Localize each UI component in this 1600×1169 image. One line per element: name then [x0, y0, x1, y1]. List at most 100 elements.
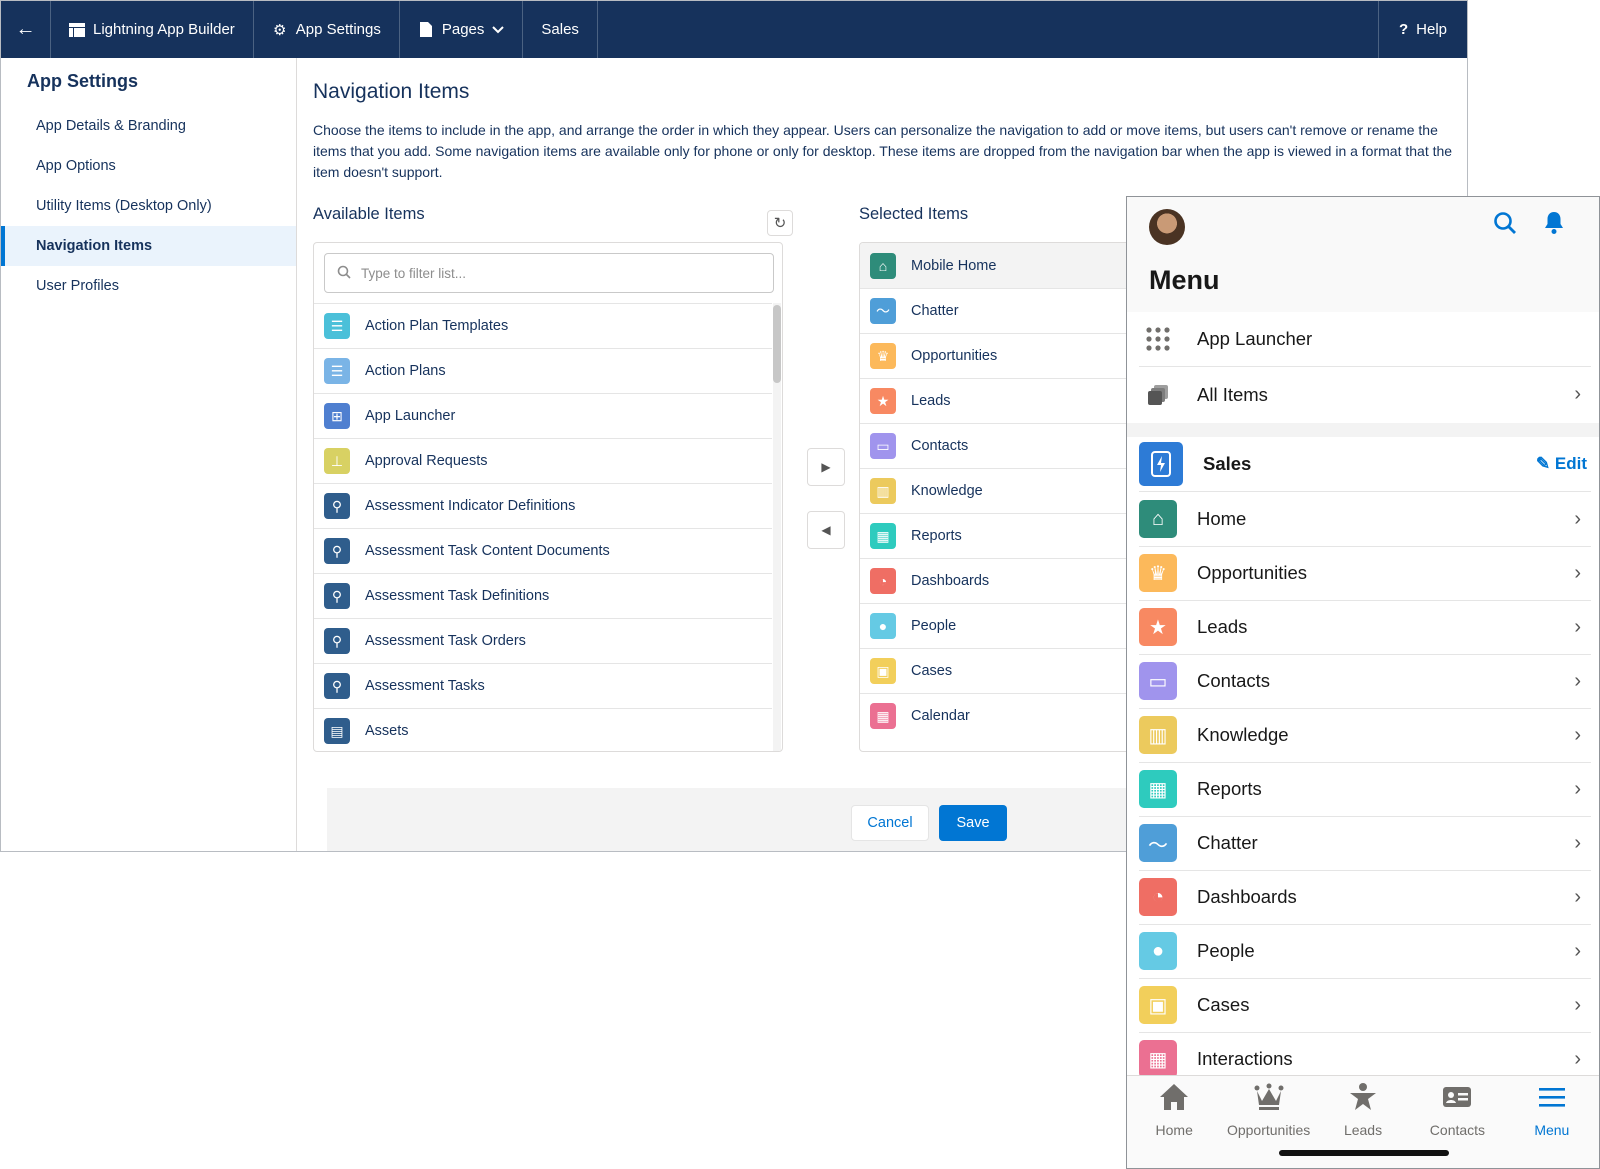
mobile-nav-item-label: Contacts — [1197, 670, 1271, 691]
mobile-nav-item[interactable]: ⌂ Home › — [1139, 492, 1591, 547]
mobile-nav-item[interactable]: ▣ Cases › — [1139, 978, 1591, 1033]
chatter-icon: 〜 — [1139, 824, 1177, 862]
list-item-label: Cases — [911, 663, 953, 679]
triangle-right-icon: ▶ — [821, 460, 831, 474]
move-to-selected-button[interactable]: ▶ — [807, 448, 845, 486]
chevron-right-icon: › — [1574, 723, 1581, 746]
refresh-icon: ↻ — [773, 215, 787, 232]
pages-dropdown[interactable]: Pages — [400, 1, 524, 58]
tab-contacts-label: Contacts — [1429, 1122, 1486, 1138]
settings-sidebar: App Settings App Details & Branding App … — [1, 58, 297, 851]
sidebar-item-navigation-items[interactable]: Navigation Items — [1, 226, 296, 266]
mobile-nav-item-label: Dashboards — [1197, 886, 1297, 907]
cancel-button[interactable]: Cancel — [851, 805, 929, 841]
home-indicator — [1279, 1150, 1449, 1156]
list-item-label: Assets — [365, 723, 409, 739]
available-list-scrollbar[interactable] — [773, 303, 781, 751]
mobile-nav-item[interactable]: 〜 Chatter › — [1139, 816, 1591, 871]
tab-home[interactable]: Home — [1127, 1076, 1221, 1168]
report-icon: ▦ — [870, 523, 896, 549]
list-item[interactable]: ⊥ Approval Requests — [314, 438, 772, 483]
mobile-nav-item[interactable]: ▥ Knowledge › — [1139, 708, 1591, 763]
filter-input[interactable]: Type to filter list... — [324, 253, 774, 293]
filter-placeholder: Type to filter list... — [361, 265, 467, 281]
mobile-nav-item[interactable]: ★ Leads › — [1139, 600, 1591, 655]
lead-icon: ★ — [1139, 608, 1177, 646]
help-label: Help — [1416, 21, 1447, 38]
list-item[interactable]: ⚲ Assessment Task Content Documents — [314, 528, 772, 573]
list-item[interactable]: ⚲ Assessment Indicator Definitions — [314, 483, 772, 528]
sidebar-item-app-details[interactable]: App Details & Branding — [1, 106, 296, 146]
contact-card-icon — [1442, 1082, 1472, 1116]
mobile-nav-item[interactable]: ● People › — [1139, 924, 1591, 979]
person-icon: ● — [870, 613, 896, 639]
crown-icon: ♛ — [1139, 554, 1177, 592]
triangle-left-icon: ◀ — [821, 523, 831, 537]
lightning-app-builder-link[interactable]: Lightning App Builder — [51, 1, 254, 58]
list-item[interactable]: ⚲ Assessment Tasks — [314, 663, 772, 708]
app-launcher-grid-icon — [1139, 320, 1177, 358]
help-icon: ? — [1398, 21, 1409, 38]
checklist-icon: ☰ — [324, 358, 350, 384]
list-item-label: Action Plan Templates — [365, 318, 509, 334]
crown-icon — [1254, 1082, 1284, 1116]
mobile-nav-item-label: Cases — [1197, 994, 1250, 1015]
sidebar-item-utility-items[interactable]: Utility Items (Desktop Only) — [1, 186, 296, 226]
list-item-label: Reports — [911, 528, 962, 544]
list-item[interactable]: ⚲ Assessment Task Definitions — [314, 573, 772, 618]
mobile-header: Menu — [1127, 197, 1599, 312]
refresh-button[interactable]: ↻ — [767, 210, 793, 236]
page-icon — [418, 22, 434, 38]
all-items-row[interactable]: All Items › — [1139, 367, 1591, 422]
chevron-right-icon: › — [1574, 777, 1581, 800]
tab-opportunities-label: Opportunities — [1226, 1122, 1311, 1138]
app-settings-tab[interactable]: ⚙ App Settings — [254, 1, 400, 58]
move-to-available-button[interactable]: ◀ — [807, 511, 845, 549]
app-settings-label: App Settings — [295, 21, 381, 38]
mobile-nav-item[interactable]: ♛ Opportunities › — [1139, 546, 1591, 601]
chevron-right-icon: › — [1574, 561, 1581, 584]
list-item-label: Opportunities — [911, 348, 998, 364]
hamburger-icon — [1537, 1082, 1567, 1116]
sidebar-item-user-profiles[interactable]: User Profiles — [1, 266, 296, 306]
tab-home-label: Home — [1155, 1122, 1193, 1138]
assessment-icon: ⚲ — [324, 583, 350, 609]
list-item[interactable]: ⊞ App Launcher — [314, 393, 772, 438]
mobile-nav-item-label: Knowledge — [1197, 724, 1289, 745]
calendar-icon: ▦ — [870, 703, 896, 729]
search-icon[interactable] — [1493, 211, 1517, 242]
save-button[interactable]: Save — [939, 805, 1007, 841]
list-item[interactable]: ☰ Action Plans — [314, 348, 772, 393]
avatar[interactable] — [1149, 209, 1185, 245]
mobile-nav-item-label: Opportunities — [1197, 562, 1308, 583]
contact-card-icon: ▭ — [1139, 662, 1177, 700]
tab-menu[interactable]: Menu — [1505, 1076, 1599, 1168]
sales-app-row: Sales ✎ Edit — [1139, 437, 1591, 492]
list-item-label: Action Plans — [365, 363, 446, 379]
mobile-nav-item[interactable]: ▭ Contacts › — [1139, 654, 1591, 709]
mobile-nav-item[interactable]: ▦ Reports › — [1139, 762, 1591, 817]
back-button[interactable]: ← — [1, 1, 51, 58]
edit-label: Edit — [1554, 454, 1587, 473]
scrollbar-thumb[interactable] — [773, 305, 781, 383]
bell-icon[interactable] — [1543, 211, 1565, 241]
mobile-nav-item[interactable]: ◔ Dashboards › — [1139, 870, 1591, 925]
sales-app-label: Sales — [1203, 453, 1252, 474]
chevron-right-icon: › — [1574, 993, 1581, 1016]
edit-button[interactable]: ✎ Edit — [1536, 454, 1587, 474]
checklist-icon: ☰ — [324, 313, 350, 339]
lead-icon — [1348, 1082, 1378, 1116]
app-name-label: Sales — [541, 21, 579, 38]
help-button[interactable]: ? Help — [1377, 1, 1467, 58]
list-item[interactable]: ⚲ Assessment Task Orders — [314, 618, 772, 663]
app-builder-icon — [69, 22, 85, 38]
mobile-nav-item-label: Home — [1197, 508, 1247, 529]
app-launcher-row[interactable]: App Launcher — [1139, 312, 1591, 367]
sidebar-item-app-options[interactable]: App Options — [1, 146, 296, 186]
list-item[interactable]: ☰ Action Plan Templates — [314, 303, 772, 348]
list-item-label: Assessment Tasks — [365, 678, 485, 694]
tab-menu-label: Menu — [1534, 1122, 1570, 1138]
chevron-right-icon: › — [1574, 669, 1581, 692]
list-item-label: Assessment Task Content Documents — [365, 543, 610, 559]
list-item[interactable]: ▤ Assets — [314, 708, 772, 751]
